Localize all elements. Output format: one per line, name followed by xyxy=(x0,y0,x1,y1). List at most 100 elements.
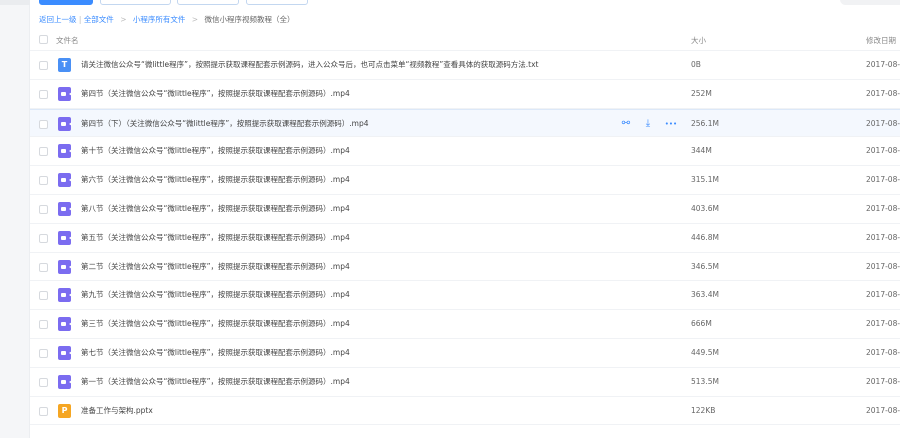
file-row[interactable]: 第一节（关注微信公众号“微little程序”，按照提示获取课程配套示例源码）.m… xyxy=(30,368,900,397)
file-date: 2017-08-1 xyxy=(866,232,900,242)
video-icon xyxy=(58,346,72,360)
sidebar-item[interactable] xyxy=(0,0,30,5)
parent-folder-link[interactable]: 小程序所有文件 xyxy=(133,15,186,24)
column-date[interactable]: 修改日期 xyxy=(866,35,896,46)
row-checkbox[interactable] xyxy=(39,377,48,387)
file-date: 2017-08-1 xyxy=(866,118,900,128)
file-name[interactable]: 第四节（下）（关注微信公众号“微little程序”，按照提示获取课程配套示例源码… xyxy=(81,110,369,139)
upload-button[interactable] xyxy=(39,0,93,5)
video-icon xyxy=(58,230,72,245)
file-date: 2017-08-1 xyxy=(866,405,900,415)
download-icon[interactable]: ⤓ xyxy=(642,118,654,130)
file-name[interactable]: 第五节（关注微信公众号“微little程序”，按照提示获取课程配套示例源码）.m… xyxy=(81,224,350,253)
pptx-icon: P xyxy=(58,403,71,418)
search-input[interactable] xyxy=(840,0,900,5)
file-size: 449.5M xyxy=(691,348,719,357)
row-checkbox[interactable] xyxy=(39,406,48,416)
sidebar xyxy=(0,0,30,438)
file-row[interactable]: 第六节（关注微信公众号“微little程序”，按照提示获取课程配套示例源码）.m… xyxy=(30,166,900,195)
file-date: 2017-08-1 xyxy=(866,290,900,300)
row-checkbox[interactable] xyxy=(39,119,48,129)
file-size: 252M xyxy=(691,88,712,98)
file-size: 315.1M xyxy=(691,175,719,185)
file-name[interactable]: 请关注微信公众号“微little程序”，按照提示获取课程配套示例源码，进入公众号… xyxy=(81,51,539,80)
separator: > xyxy=(191,15,199,24)
file-row[interactable]: 第九节（关注微信公众号“微little程序”，按照提示获取课程配套示例源码）.m… xyxy=(30,281,900,311)
file-size: 446.8M xyxy=(691,232,719,242)
file-name[interactable]: 第二节（关注微信公众号“微little程序”，按照提示获取课程配套示例源码）.m… xyxy=(81,253,350,282)
breadcrumb: 返回上一级 | 全部文件 > 小程序所有文件 > 微信小程序视频教程（全） xyxy=(39,14,294,25)
text-file-icon: T xyxy=(58,58,71,72)
video-icon xyxy=(58,144,72,159)
file-size: 346.5M xyxy=(691,261,719,271)
column-size[interactable]: 大小 xyxy=(691,35,706,46)
video-icon xyxy=(58,288,72,303)
file-row[interactable]: 第三节（关注微信公众号“微little程序”，按照提示获取课程配套示例源码）.m… xyxy=(30,310,900,339)
select-all-checkbox[interactable] xyxy=(39,35,48,44)
video-icon xyxy=(58,202,72,216)
row-checkbox[interactable] xyxy=(39,205,48,214)
file-row[interactable]: 第四节（关注微信公众号“微little程序”，按照提示获取课程配套示例源码）.m… xyxy=(30,80,900,109)
share-icon[interactable]: ⚯ xyxy=(620,118,632,130)
file-row[interactable]: 第五节（关注微信公众号“微little程序”，按照提示获取课程配套示例源码）.m… xyxy=(30,224,900,253)
file-name[interactable]: 第十节（关注微信公众号“微little程序”，按照提示获取课程配套示例源码）.m… xyxy=(81,137,350,166)
file-size: 0B xyxy=(691,60,701,69)
file-row[interactable]: 第四节（下）（关注微信公众号“微little程序”，按照提示获取课程配套示例源码… xyxy=(30,108,900,139)
video-icon xyxy=(58,317,72,332)
file-row[interactable]: T 请关注微信公众号“微little程序”，按照提示获取课程配套示例源码，进入公… xyxy=(30,51,900,80)
file-date: 2017-08-1 xyxy=(866,261,900,271)
file-name[interactable]: 第一节（关注微信公众号“微little程序”，按照提示获取课程配套示例源码）.m… xyxy=(81,368,350,397)
file-date: 2017-08-1 xyxy=(866,348,900,357)
file-name[interactable]: 第九节（关注微信公众号“微little程序”，按照提示获取课程配套示例源码）.m… xyxy=(81,281,350,310)
file-date: 2017-08-1 xyxy=(866,146,900,156)
file-size: 666M xyxy=(691,319,712,329)
file-size: 256.1M xyxy=(691,118,719,128)
row-checkbox[interactable] xyxy=(39,147,48,157)
more-icon[interactable]: ••• xyxy=(664,118,678,130)
row-checkbox[interactable] xyxy=(39,262,48,272)
video-icon xyxy=(58,86,72,101)
back-link[interactable]: 返回上一级 xyxy=(39,15,77,24)
offline-download-button[interactable] xyxy=(177,0,239,5)
file-date: 2017-08-1 xyxy=(866,376,900,386)
video-icon xyxy=(58,173,72,188)
column-name[interactable]: 文件名 xyxy=(56,35,79,46)
file-size: 513.5M xyxy=(691,376,719,386)
separator: > xyxy=(120,15,127,24)
divider: | xyxy=(78,15,82,24)
file-date: 2017-08-1 xyxy=(866,175,900,185)
row-checkbox[interactable] xyxy=(39,291,48,301)
file-row[interactable]: 第十节（关注微信公众号“微little程序”，按照提示获取课程配套示例源码）.m… xyxy=(30,137,900,167)
row-checkbox[interactable] xyxy=(39,61,48,70)
current-folder: 微信小程序视频教程（全） xyxy=(204,15,295,24)
file-date: 2017-08-1 xyxy=(866,60,900,69)
file-date: 2017-08-1 xyxy=(866,204,900,213)
file-name[interactable]: 第三节（关注微信公众号“微little程序”，按照提示获取课程配套示例源码）.m… xyxy=(81,310,350,339)
file-name[interactable]: 第八节（关注微信公众号“微little程序”，按照提示获取课程配套示例源码）.m… xyxy=(81,195,350,224)
file-name[interactable]: 第七节（关注微信公众号“微little程序”，按照提示获取课程配套示例源码）.m… xyxy=(81,339,350,368)
file-size: 403.6M xyxy=(691,204,719,213)
file-name[interactable]: 第六节（关注微信公众号“微little程序”，按照提示获取课程配套示例源码）.m… xyxy=(81,166,350,195)
row-checkbox[interactable] xyxy=(39,176,48,186)
device-button[interactable] xyxy=(246,0,308,5)
all-files-link[interactable]: 全部文件 xyxy=(84,15,114,24)
file-row[interactable]: P 准备工作与架构.pptx 122KB 2017-08-1 xyxy=(30,397,900,426)
file-name[interactable]: 准备工作与架构.pptx xyxy=(81,397,153,426)
file-name[interactable]: 第四节（关注微信公众号“微little程序”，按照提示获取课程配套示例源码）.m… xyxy=(81,80,350,109)
file-date: 2017-08-1 xyxy=(866,319,900,329)
file-row[interactable]: 第八节（关注微信公众号“微little程序”，按照提示获取课程配套示例源码）.m… xyxy=(30,195,900,224)
file-size: 122KB xyxy=(691,405,716,415)
file-row[interactable]: 第七节（关注微信公众号“微little程序”，按照提示获取课程配套示例源码）.m… xyxy=(30,339,900,368)
video-icon xyxy=(58,374,72,389)
row-checkbox[interactable] xyxy=(39,89,48,99)
table-header: 文件名 大小 修改日期 xyxy=(30,30,900,51)
row-checkbox[interactable] xyxy=(39,320,48,330)
new-folder-button[interactable] xyxy=(100,0,171,5)
row-checkbox[interactable] xyxy=(39,349,48,358)
row-checkbox[interactable] xyxy=(39,233,48,243)
file-size: 363.4M xyxy=(691,290,719,300)
file-row[interactable]: 第二节（关注微信公众号“微little程序”，按照提示获取课程配套示例源码）.m… xyxy=(30,253,900,282)
file-size: 344M xyxy=(691,146,712,156)
video-icon xyxy=(58,116,72,131)
video-icon xyxy=(58,259,72,274)
